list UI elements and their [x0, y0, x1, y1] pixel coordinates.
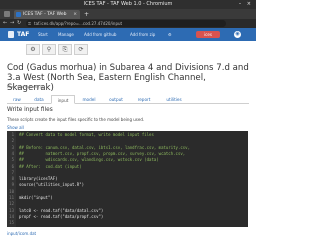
- page-title: Cod (Gadus morhua) in Subarea 4 and Divi…: [7, 63, 249, 93]
- line-number: 6: [11, 163, 14, 169]
- line-number: 13: [9, 207, 14, 213]
- tab-input[interactable]: input: [51, 95, 75, 104]
- line-number: 5: [11, 157, 14, 163]
- more-information-link[interactable]: More information (3): [7, 85, 43, 90]
- code-text: source("utilities_input.R"): [19, 182, 85, 188]
- copy-button[interactable]: ⎘: [58, 44, 72, 55]
- address-bar-row: ← → ↻ ⚿ taf.ices.dk/app/?repo=...cod.27.…: [0, 19, 256, 28]
- code-line: 4 ## natmort.csv, propf.csv, propm.csv, s…: [7, 151, 248, 157]
- user-menu[interactable]: ices: [196, 31, 220, 38]
- line-number: 11: [9, 195, 14, 200]
- favicon-icon: [16, 12, 21, 17]
- tab-report[interactable]: report: [131, 95, 157, 104]
- code-line: 5 ## wdiscards.csv, wlandings.csv, wstock…: [7, 157, 248, 163]
- code-line: 7: [7, 170, 248, 176]
- window-titlebar: ICES TAF - TAF Web 1.0 - Chromium – ×: [0, 0, 256, 9]
- lock-icon: ⚿: [28, 21, 32, 26]
- line-number: 2: [11, 138, 14, 144]
- app-navbar: TAF Start Manage Add from github Add fro…: [0, 28, 256, 41]
- section-title: Write input files: [7, 107, 53, 113]
- url-text: taf.ices.dk/app/?repo=...cod.27.47d20/in…: [34, 21, 123, 26]
- analysis-tabs: raw data input model output report utili…: [7, 94, 249, 104]
- code-line: 2: [7, 138, 248, 144]
- browser-tab-title: ICES TAF - TAF Web: [23, 12, 67, 17]
- code-line: 10: [7, 189, 248, 195]
- back-icon[interactable]: ←: [3, 19, 7, 28]
- code-line: 13 latc0 <- read.taf("data/datal.csv"): [7, 208, 248, 214]
- code-line: 1 ## Convert data to model format, write …: [7, 132, 248, 138]
- code-line: 11 mkdir("input"): [7, 195, 248, 201]
- forward-icon[interactable]: →: [10, 19, 14, 28]
- code-line: 14 propf <- read.taf("data/propf.csv"): [7, 214, 248, 220]
- code-line: 9 source("utilities_input.R"): [7, 182, 248, 188]
- code-text: ## After: cod.dat (input): [19, 163, 82, 169]
- file-link[interactable]: input/icom.dat: [7, 231, 36, 237]
- reload-icon[interactable]: ↻: [17, 19, 21, 28]
- nav-add-zip[interactable]: Add from zip: [130, 28, 155, 41]
- line-number: 7: [11, 169, 14, 175]
- code-line: 6 ## After: cod.dat (input): [7, 164, 248, 170]
- code-text: propf <- read.taf("data/propf.csv"): [19, 213, 104, 219]
- code-text: ## wdiscards.csv, wlandings.csv, wstock.…: [19, 157, 159, 163]
- nav-settings-icon[interactable]: ⚙: [168, 28, 172, 41]
- code-text: ## Convert data to model format, write m…: [19, 132, 154, 137]
- nav-add-github[interactable]: Add from github: [84, 28, 116, 41]
- tab-model[interactable]: model: [76, 95, 102, 104]
- window-title: ICES TAF - TAF Web 1.0 - Chromium: [83, 1, 173, 7]
- settings-button[interactable]: ⚙: [26, 44, 40, 55]
- window-controls[interactable]: – ×: [239, 1, 253, 8]
- browser-tabbar: ICES TAF - TAF Web × +: [0, 9, 256, 19]
- code-text: mkdir("input"): [19, 195, 53, 200]
- code-text: library(icesTAF): [19, 176, 58, 182]
- line-number: 15: [9, 220, 14, 226]
- code-text: latc0 <- read.taf("data/datal.csv"): [19, 207, 104, 213]
- app-menu-icon[interactable]: [4, 11, 10, 17]
- code-line: 8 library(icesTAF): [7, 176, 248, 182]
- tab-data[interactable]: data: [28, 95, 50, 104]
- section-description: These scripts create the input files spe…: [7, 117, 145, 122]
- browser-tab[interactable]: ICES TAF - TAF Web ×: [14, 10, 80, 19]
- tab-raw[interactable]: raw: [7, 95, 27, 104]
- app-brand[interactable]: TAF: [17, 28, 29, 41]
- github-icon[interactable]: ◉: [234, 31, 241, 38]
- code-line: 15: [7, 220, 248, 226]
- tab-close-icon[interactable]: ×: [73, 10, 77, 19]
- code-line: 3 ## Before: canum.csv, datal.csv, ibts1.…: [7, 145, 248, 151]
- new-tab-button[interactable]: +: [84, 10, 89, 19]
- line-number: 3: [11, 144, 14, 150]
- nav-start[interactable]: Start: [38, 28, 48, 41]
- refresh-button[interactable]: ⟳: [74, 44, 88, 55]
- tab-output[interactable]: output: [103, 95, 129, 104]
- line-number: 14: [9, 213, 14, 219]
- line-number: 12: [9, 201, 14, 207]
- code-text: ## Before: canum.csv, datal.csv, ibts1.c…: [19, 144, 190, 150]
- taf-logo-icon: [8, 31, 14, 38]
- line-number: 8: [11, 176, 14, 182]
- url-input[interactable]: ⚿ taf.ices.dk/app/?repo=...cod.27.47d20/…: [26, 20, 226, 27]
- code-viewer[interactable]: 1 ## Convert data to model format, write …: [7, 131, 248, 227]
- code-line: 12: [7, 201, 248, 207]
- tab-utilities[interactable]: utilities: [159, 95, 189, 104]
- line-number: 4: [11, 150, 14, 156]
- show-all-link[interactable]: Show all: [7, 125, 24, 130]
- line-number: 1: [11, 132, 14, 137]
- search-button[interactable]: ⚲: [42, 44, 56, 55]
- code-text: ## natmort.csv, propf.csv, propm.csv, su…: [19, 150, 186, 156]
- line-number: 9: [11, 182, 14, 188]
- nav-manage[interactable]: Manage: [58, 28, 74, 41]
- line-number: 10: [9, 188, 14, 194]
